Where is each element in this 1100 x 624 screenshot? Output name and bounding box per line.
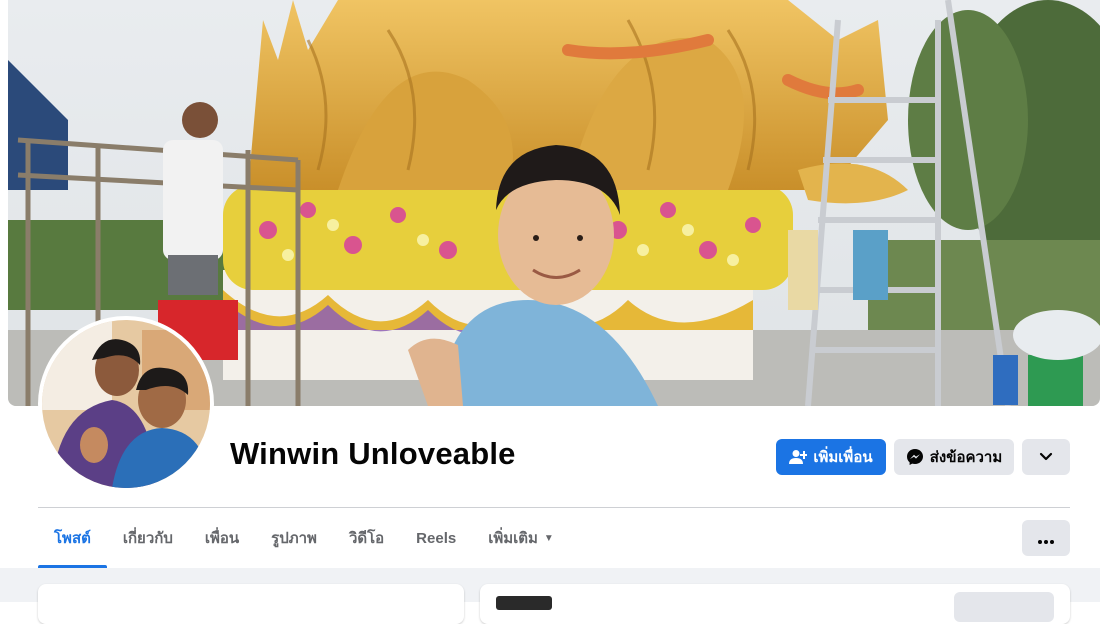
tab-photos[interactable]: รูปภาพ — [255, 510, 333, 566]
add-friend-button[interactable]: เพิ่มเพื่อน — [776, 439, 886, 475]
posts-filter-button[interactable] — [954, 592, 1054, 622]
posts-card — [480, 584, 1070, 624]
more-horizontal-icon — [1038, 528, 1054, 549]
tab-about[interactable]: เกี่ยวกับ — [107, 510, 189, 566]
intro-card — [38, 584, 464, 624]
add-friend-label: เพิ่มเพื่อน — [813, 449, 873, 466]
message-button[interactable]: ส่งข้อความ — [894, 439, 1014, 475]
tab-label: เพิ่มเติม — [488, 530, 538, 547]
caret-down-icon: ▼ — [543, 532, 554, 544]
chevron-down-icon — [1039, 449, 1053, 466]
profile-avatar[interactable] — [38, 316, 214, 492]
add-friend-icon — [789, 449, 808, 465]
tab-friends[interactable]: เพื่อน — [189, 510, 255, 566]
tab-label: เพื่อน — [204, 530, 240, 547]
tab-posts[interactable]: โพสต์ — [38, 510, 107, 568]
profile-more-button[interactable] — [1022, 439, 1070, 475]
profile-name: Winwin Unloveable — [230, 436, 516, 471]
tab-reels[interactable]: Reels — [400, 510, 472, 566]
header-divider — [38, 507, 1070, 508]
messenger-icon — [906, 448, 924, 466]
tab-more[interactable]: เพิ่มเติม ▼ — [472, 510, 570, 566]
tab-videos[interactable]: วิดีโอ — [333, 510, 400, 566]
profile-picture — [42, 320, 210, 488]
profile-tabs: โพสต์ เกี่ยวกับ เพื่อน รูปภาพ วิดีโอ Ree… — [38, 510, 570, 568]
message-label: ส่งข้อความ — [929, 449, 1003, 466]
tabs-more-options-button[interactable] — [1022, 520, 1070, 556]
tab-label: Reels — [416, 529, 457, 547]
tab-label: โพสต์ — [54, 530, 91, 547]
tab-label: เกี่ยวกับ — [122, 530, 173, 547]
posts-card-title — [496, 596, 552, 610]
tab-label: วิดีโอ — [348, 530, 385, 547]
tab-label: รูปภาพ — [271, 530, 317, 547]
